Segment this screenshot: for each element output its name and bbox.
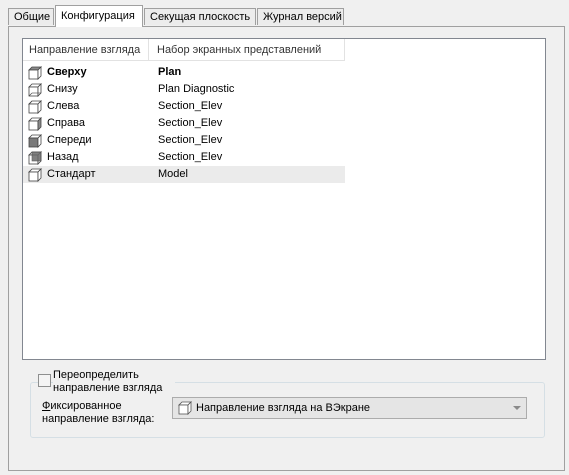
direction-label: Стандарт bbox=[47, 168, 96, 180]
display-set-label: Section_Elev bbox=[158, 100, 223, 112]
direction-label: Слева bbox=[47, 100, 80, 112]
display-set-label: Section_Elev bbox=[158, 117, 223, 129]
list-row-top[interactable]: Сверху Plan bbox=[23, 64, 345, 81]
tab-section-plane[interactable]: Секущая плоскость bbox=[144, 8, 256, 25]
list-header: Направление взгляда Набор экранных предс… bbox=[23, 39, 345, 61]
list-row-back[interactable]: Назад Section_Elev bbox=[23, 149, 345, 166]
display-set-label: Section_Elev bbox=[158, 134, 223, 146]
display-set-label: Plan bbox=[158, 66, 182, 78]
column-header-display-set[interactable]: Набор экранных представлений bbox=[149, 39, 345, 61]
fixed-label-line2: направление взгляда: bbox=[42, 413, 155, 425]
tab-version-history[interactable]: Журнал версий bbox=[257, 8, 344, 25]
override-checkbox[interactable] bbox=[38, 374, 51, 387]
tab-general[interactable]: Общие bbox=[8, 8, 54, 25]
list-row-bottom[interactable]: Снизу Plan Diagnostic bbox=[23, 81, 345, 98]
cube-right-icon bbox=[28, 117, 42, 131]
column-header-direction[interactable]: Направление взгляда bbox=[23, 39, 149, 61]
cube-iso-icon bbox=[178, 401, 192, 415]
display-set-label: Model bbox=[158, 168, 188, 180]
fixed-label-line1: Фиксированное bbox=[42, 400, 170, 413]
tab-configuration[interactable]: Конфигурация bbox=[55, 5, 143, 27]
fixed-direction-label: Фиксированное направление взгляда: bbox=[42, 400, 170, 426]
cube-left-icon bbox=[28, 100, 42, 114]
direction-label: Снизу bbox=[47, 83, 78, 95]
direction-label: Спереди bbox=[47, 134, 92, 146]
direction-label: Назад bbox=[47, 151, 79, 163]
list-row-front[interactable]: Спереди Section_Elev bbox=[23, 132, 345, 149]
list-row-right[interactable]: Справа Section_Elev bbox=[23, 115, 345, 132]
cube-back-icon bbox=[28, 151, 42, 165]
display-set-label: Section_Elev bbox=[158, 151, 223, 163]
cube-iso-icon bbox=[28, 168, 42, 182]
list-row-left[interactable]: Слева Section_Elev bbox=[23, 98, 345, 115]
direction-label: Справа bbox=[47, 117, 85, 129]
list-row-standard[interactable]: Стандарт Model bbox=[23, 166, 345, 183]
direction-label: Сверху bbox=[47, 66, 87, 78]
cube-top-icon bbox=[28, 66, 42, 80]
view-direction-list[interactable]: Направление взгляда Набор экранных предс… bbox=[22, 38, 546, 360]
chevron-down-icon[interactable] bbox=[513, 406, 521, 410]
fixed-direction-value: Направление взгляда на ВЭкране bbox=[196, 402, 371, 414]
cube-bottom-icon bbox=[28, 83, 42, 97]
fixed-direction-select[interactable]: Направление взгляда на ВЭкране bbox=[172, 397, 527, 419]
override-label-line1: Переопределить bbox=[53, 369, 139, 381]
override-checkbox-label[interactable]: Переопределить направление взгляда bbox=[53, 369, 175, 395]
cube-front-icon bbox=[28, 134, 42, 148]
override-label-line2: направление взгляда bbox=[53, 382, 163, 394]
fixed-label-rest: иксированное bbox=[50, 400, 122, 412]
tab-bar: Общие Конфигурация Секущая плоскость Жур… bbox=[0, 0, 569, 27]
display-set-label: Plan Diagnostic bbox=[158, 83, 235, 95]
